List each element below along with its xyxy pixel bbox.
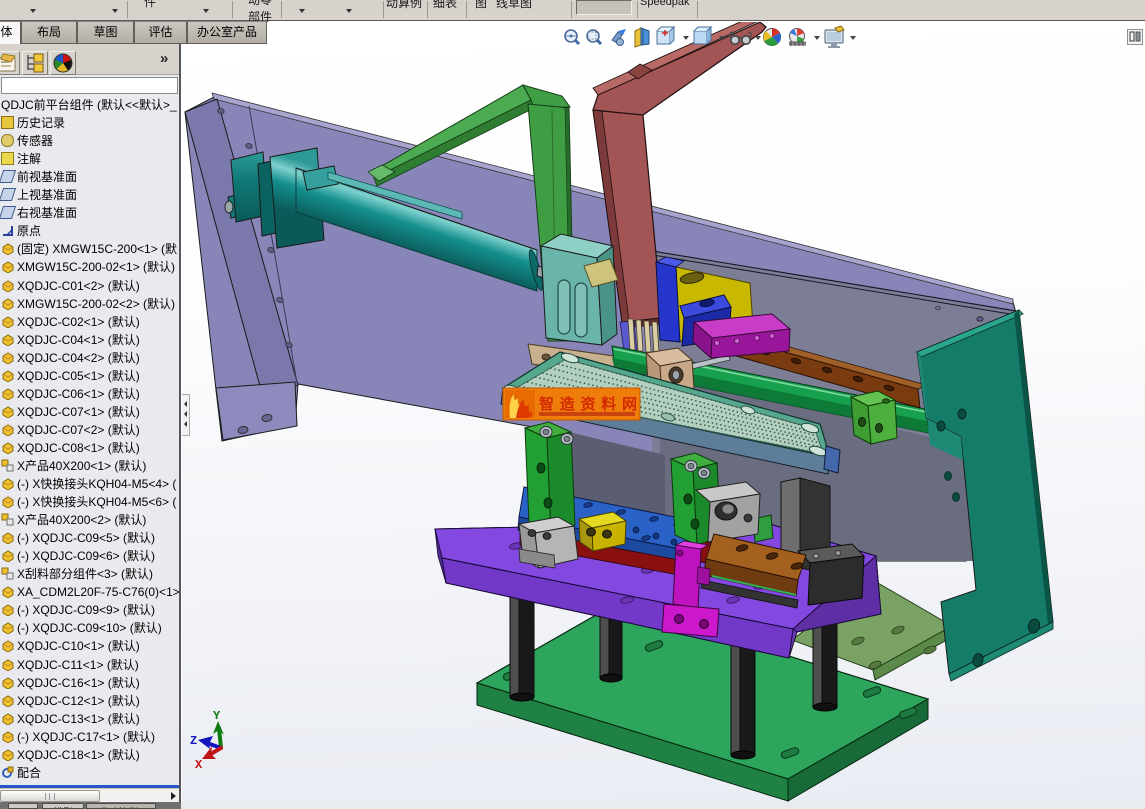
svg-text:X: X (195, 758, 203, 772)
svg-text:Y: Y (213, 709, 221, 723)
svg-text:Z: Z (190, 734, 197, 748)
svg-text:智造资料网: 智造资料网 (539, 395, 637, 413)
